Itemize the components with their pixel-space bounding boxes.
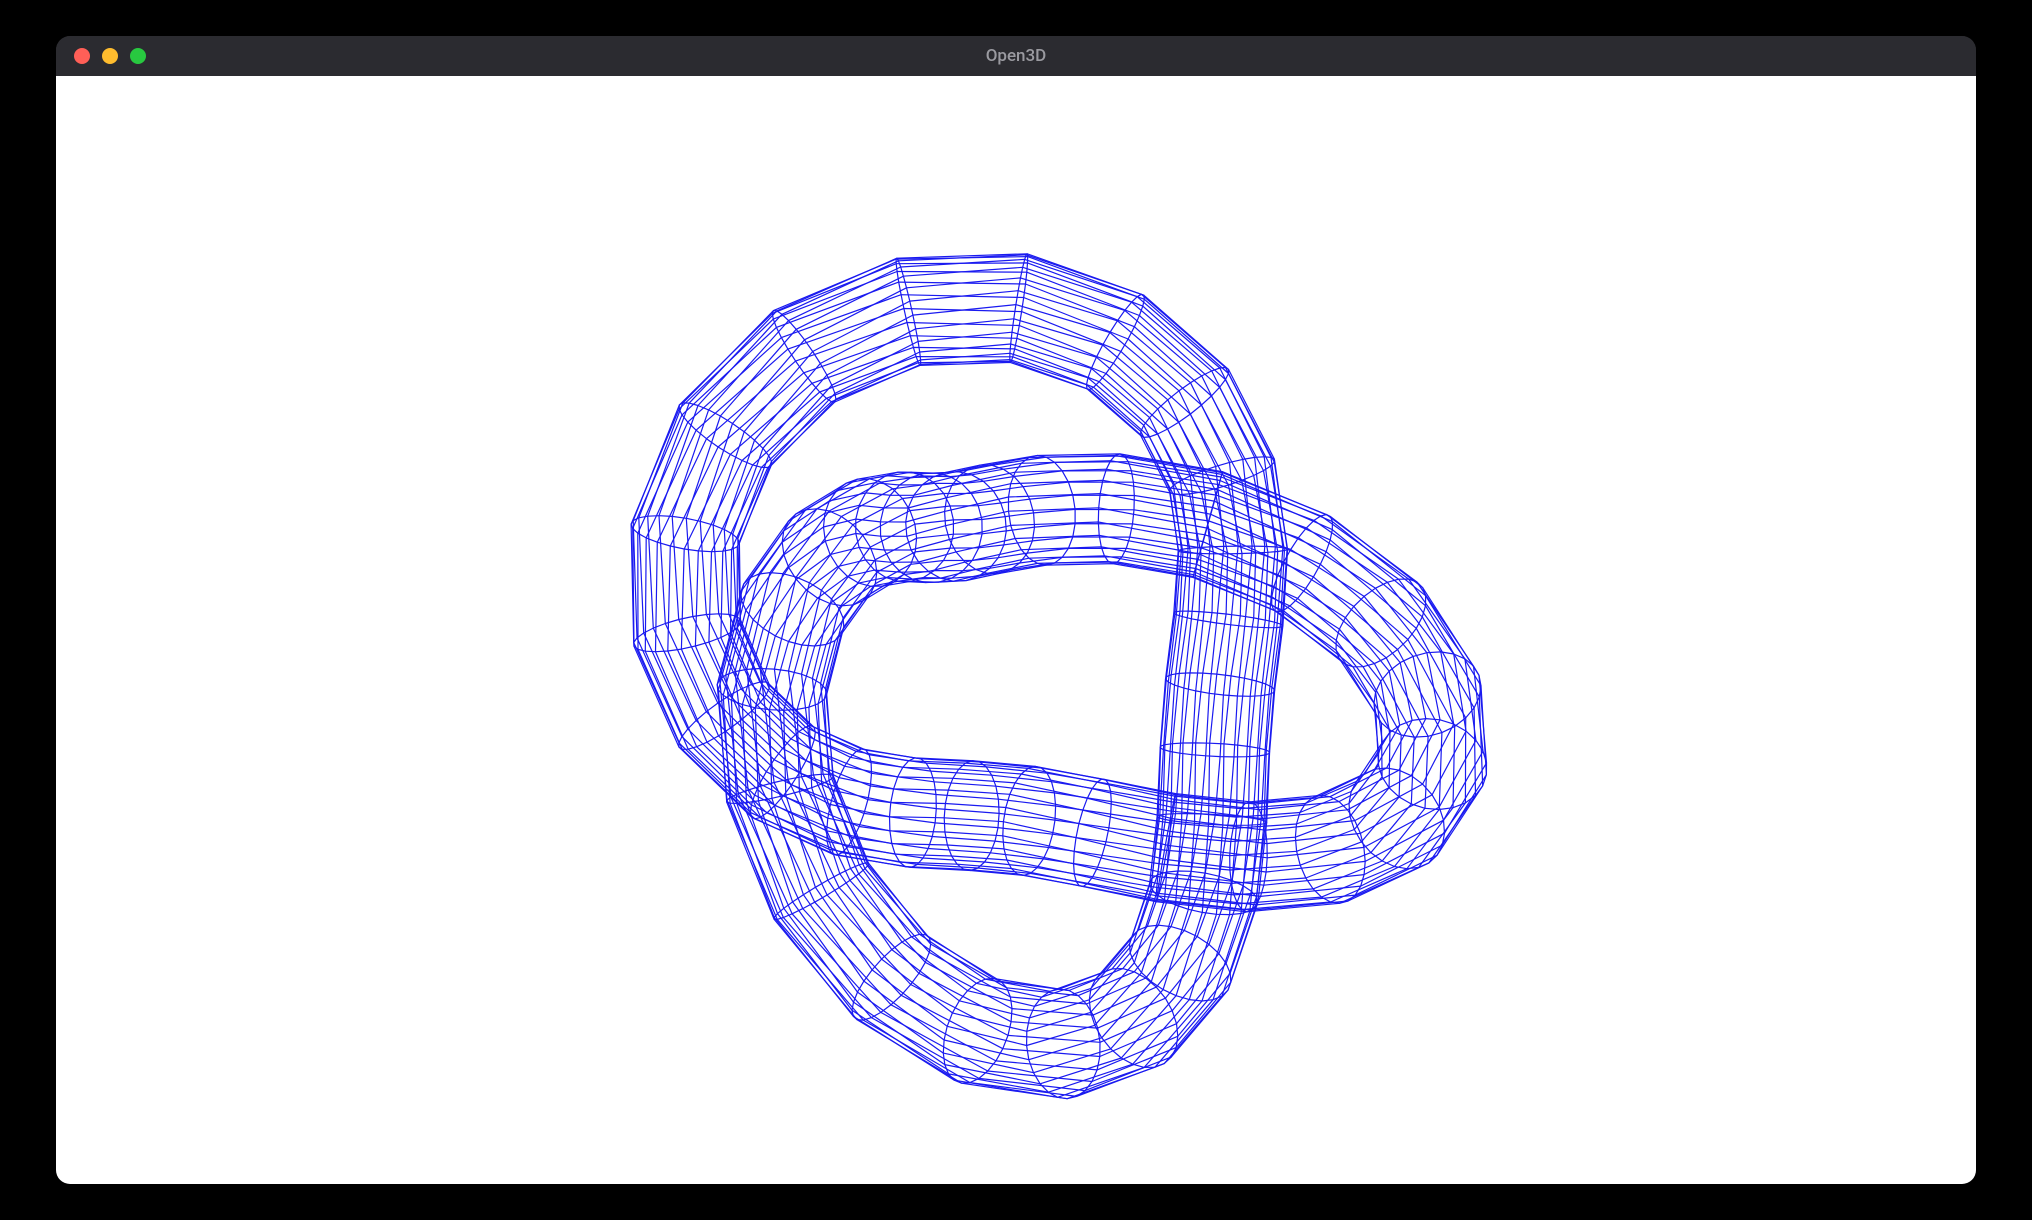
- app-window: Open3D: [56, 36, 1976, 1184]
- traffic-lights: [74, 48, 146, 64]
- close-icon[interactable]: [74, 48, 90, 64]
- wireframe-render: [56, 76, 1976, 1184]
- 3d-viewport[interactable]: [56, 76, 1976, 1184]
- minimize-icon[interactable]: [102, 48, 118, 64]
- window-title: Open3D: [56, 46, 1976, 66]
- window-titlebar[interactable]: Open3D: [56, 36, 1976, 76]
- zoom-icon[interactable]: [130, 48, 146, 64]
